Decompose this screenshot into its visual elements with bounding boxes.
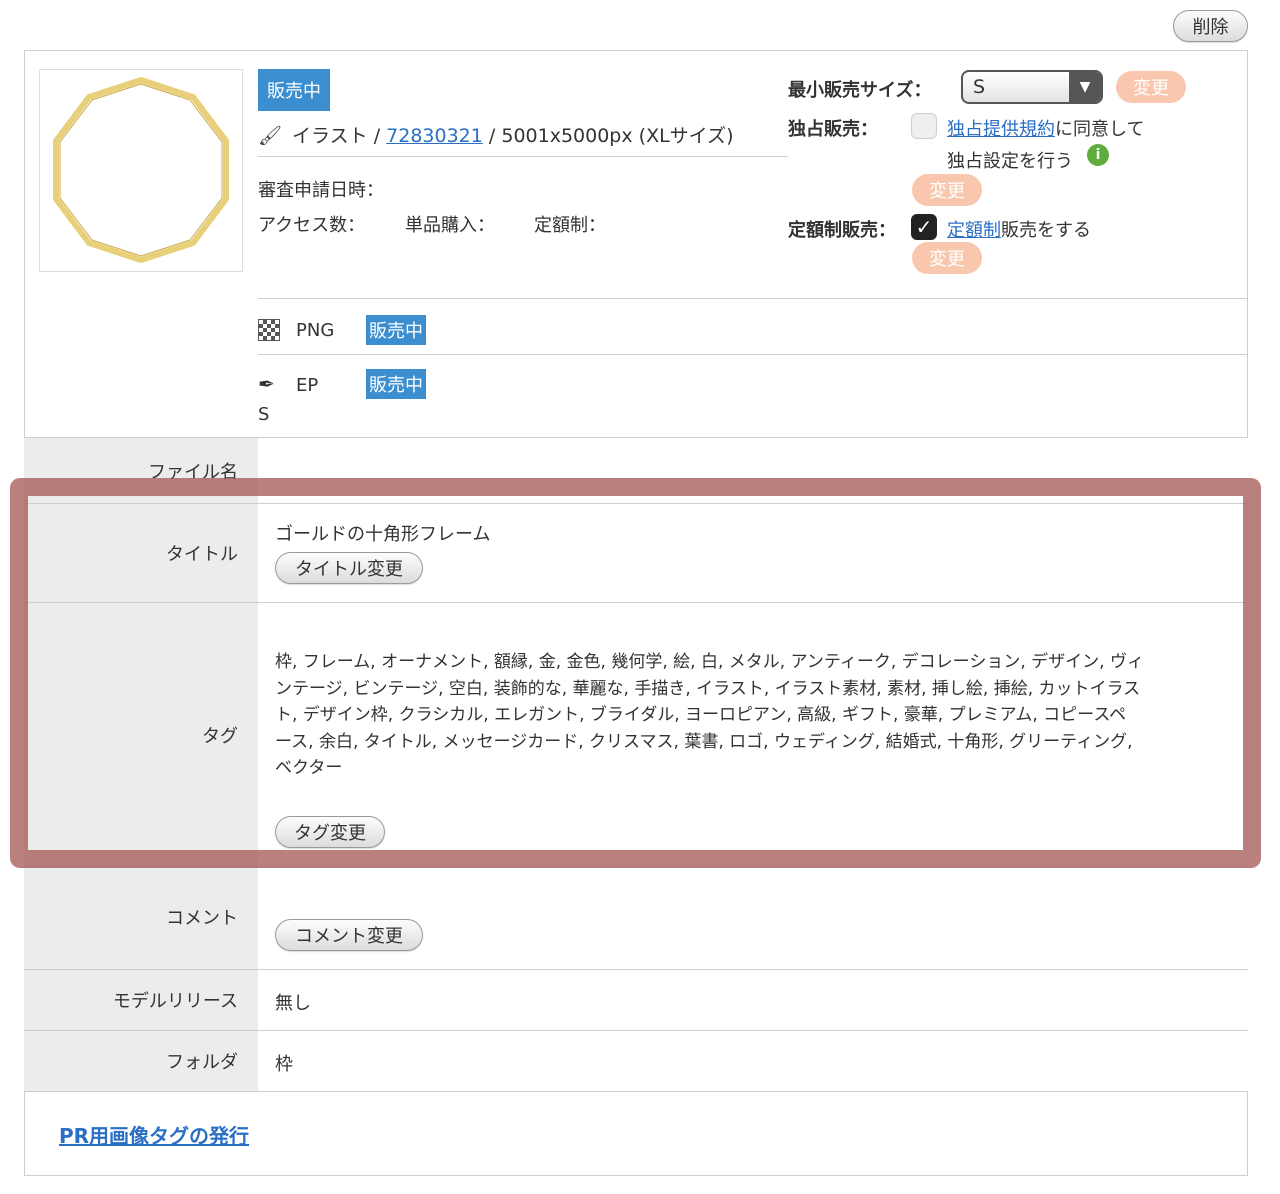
tags-line: ース, 余白, タイトル, メッセージカード, クリスマス, 葉書, ロゴ, ウ…	[275, 731, 1133, 752]
model-release-label: モデルリリース	[112, 991, 238, 1012]
separator: /	[482, 125, 502, 147]
tags-list: 枠, フレーム, オーナメント, 額縁, 金, 金色, 幾何学, 絵, 白, メ…	[275, 649, 1144, 782]
title-row-value: ゴールドの十角形フレーム タイトル変更	[258, 503, 1248, 602]
change-label: 変更	[929, 249, 965, 270]
folder-value: 枠	[275, 1054, 293, 1075]
subscription-link[interactable]: 定額制	[947, 220, 1001, 241]
filename-row-value	[258, 437, 1248, 503]
item-size: 5001x5000px (XLサイズ)	[501, 125, 734, 147]
min-size-select[interactable]: S ▼	[961, 70, 1103, 104]
format-eps-name: EP	[296, 375, 319, 396]
change-label: 変更	[929, 181, 965, 202]
comment-change-button[interactable]: コメント変更	[275, 919, 423, 951]
subscription-count-label: 定額制：	[534, 215, 606, 236]
title-change-button[interactable]: タイトル変更	[275, 552, 423, 584]
comment-label: コメント	[166, 908, 238, 929]
tags-line: ト, デザイン枠, クラシカル, エレガント, ブライダル, ヨーロピアン, 高…	[275, 705, 1127, 725]
tags-row-label: タグ	[24, 602, 258, 866]
subscription-checkbox[interactable]: ✓	[911, 214, 937, 240]
min-size-change-button[interactable]: 変更	[1116, 71, 1186, 103]
item-id-link[interactable]: 72830321	[386, 125, 483, 147]
exclusive-terms-link[interactable]: 独占提供規約	[947, 119, 1055, 140]
chevron-down-icon: ▼	[1069, 72, 1101, 102]
format-status-label: 販売中	[369, 375, 423, 396]
tags-row-value: 枠, フレーム, オーナメント, 額縁, 金, 金色, 幾何学, 絵, 白, メ…	[258, 602, 1248, 866]
tags-change-button[interactable]: タグ変更	[275, 816, 385, 848]
title-row-label: タイトル	[24, 503, 258, 602]
title-change-label: タイトル変更	[295, 559, 403, 580]
separator: /	[367, 125, 387, 147]
comment-change-label: コメント変更	[295, 926, 403, 947]
min-size-label: 最小販売サイズ：	[788, 80, 932, 101]
info-icon[interactable]: i	[1087, 144, 1109, 166]
divider	[258, 156, 788, 157]
folder-row-value: 枠	[258, 1030, 1248, 1092]
review-date-label: 審査申請日時：	[258, 180, 384, 201]
divider	[258, 354, 1248, 355]
model-release-value: 無し	[275, 993, 311, 1014]
filename-label: ファイル名	[148, 461, 238, 483]
format-png-status: 販売中	[366, 315, 426, 345]
model-release-row-label: モデルリリース	[24, 969, 258, 1030]
decagon-frame-image	[53, 76, 229, 264]
tags-change-label: タグ変更	[294, 823, 366, 844]
folder-label: フォルダ	[166, 1052, 238, 1073]
exclusive-label: 独占販売：	[788, 119, 878, 140]
title-label: タイトル	[166, 544, 238, 565]
format-status-label: 販売中	[369, 321, 423, 342]
item-type: イラスト	[292, 125, 368, 147]
exclusive-text-2: 独占設定を行う	[947, 151, 1073, 172]
subscription-change-button[interactable]: 変更	[912, 242, 982, 274]
item-thumbnail[interactable]	[39, 69, 243, 272]
status-badge: 販売中	[258, 69, 330, 111]
comment-row-value: コメント変更	[258, 866, 1248, 969]
tags-label: タグ	[202, 725, 238, 747]
format-eps-status: 販売中	[366, 369, 426, 399]
single-purchase-label: 単品購入：	[405, 215, 495, 236]
model-release-row-value: 無し	[258, 969, 1248, 1030]
subscription-text: 定額制販売をする	[947, 216, 1091, 242]
format-png-name: PNG	[296, 320, 335, 341]
brush-icon: 🖌	[258, 125, 283, 147]
folder-row-label: フォルダ	[24, 1030, 258, 1092]
tags-line: ベクター	[275, 758, 343, 778]
exclusive-text-1: に同意して	[1055, 119, 1145, 140]
change-label: 変更	[1133, 78, 1169, 99]
tags-line: ンテージ, ビンテージ, 空白, 装飾的な, 華麗な, 手描き, イラスト, イ…	[275, 678, 1141, 699]
exclusive-checkbox[interactable]	[911, 113, 937, 139]
exclusive-change-button[interactable]: 変更	[912, 174, 982, 206]
divider	[258, 298, 1248, 299]
delete-button-label: 削除	[1192, 17, 1229, 38]
subscription-text-suffix: 販売をする	[1001, 220, 1091, 241]
access-count-label: アクセス数：	[258, 215, 366, 236]
status-badge-label: 販売中	[267, 81, 321, 102]
pen-icon: ✒	[258, 372, 275, 396]
pr-image-tag-link[interactable]: PR用画像タグの発行	[59, 1120, 249, 1149]
format-eps-name-wrap: S	[258, 404, 270, 425]
title-value: ゴールドの十角形フレーム	[275, 524, 491, 545]
item-info-line: 🖌 イラスト / 72830321 / 5001x5000px (XLサイズ)	[258, 121, 734, 148]
filename-row-label: ファイル名	[24, 437, 258, 503]
comment-row-label: コメント	[24, 866, 258, 969]
checker-icon	[258, 319, 280, 341]
exclusive-text: 独占提供規約に同意して	[947, 115, 1144, 141]
tags-line: 枠, フレーム, オーナメント, 額縁, 金, 金色, 幾何学, 絵, 白, メ…	[275, 652, 1144, 672]
subscription-sale-label: 定額制販売：	[788, 220, 896, 241]
delete-button[interactable]: 削除	[1173, 10, 1248, 42]
min-size-value: S	[973, 76, 986, 98]
